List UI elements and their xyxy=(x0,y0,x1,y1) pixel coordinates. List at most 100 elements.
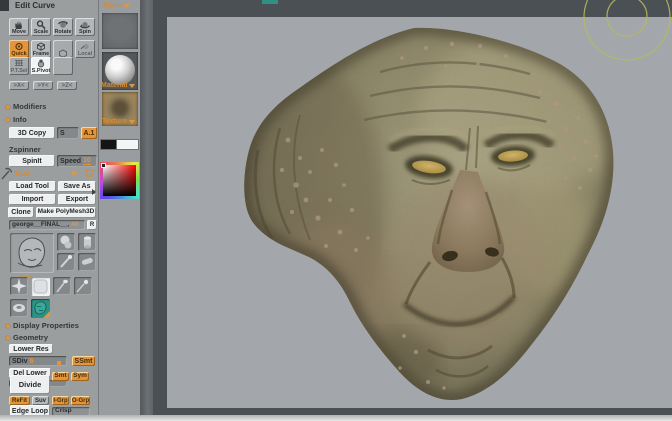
tool-dropdown-arrow-icon[interactable] xyxy=(70,171,78,176)
quick-button[interactable]: Quick xyxy=(9,40,29,58)
crisp-label: Crisp xyxy=(55,408,72,415)
palette-column: Alpha Material Texture SysPalette Switch… xyxy=(99,0,140,415)
material-header[interactable]: Material xyxy=(101,82,135,89)
tool-thumb-selected-head[interactable] xyxy=(31,299,50,318)
speed-slider[interactable]: Speed 10 xyxy=(57,155,97,167)
alpha-arrow-icon xyxy=(124,4,130,8)
axis-y-button[interactable]: >Y< xyxy=(33,81,53,90)
tool-thumb-cylinder[interactable] xyxy=(78,233,96,251)
info-section[interactable]: Info xyxy=(6,116,27,124)
move-button[interactable]: Move xyxy=(9,18,29,36)
tool-thumb-spheres[interactable] xyxy=(57,233,75,251)
color-picker-gradient[interactable] xyxy=(103,165,136,196)
primary-color-swatch[interactable] xyxy=(101,140,116,149)
geometry-label: Geometry xyxy=(13,334,48,342)
spinit-button[interactable]: SpinIt xyxy=(9,155,55,167)
sym-button[interactable]: Sym xyxy=(71,372,89,381)
rotate-icon xyxy=(57,20,69,29)
s-slider-label: S xyxy=(60,130,65,137)
ssmt-button[interactable]: SSmt xyxy=(72,356,95,366)
cube-mode-button[interactable] xyxy=(53,40,73,58)
panel-grip-arrow-icon[interactable] xyxy=(92,189,96,195)
divide-button[interactable]: Divide xyxy=(10,375,50,394)
zbrush-window: Edit Curve Move Scale Rotate Spin Quick … xyxy=(0,0,672,421)
tool-section-title[interactable]: Tool xyxy=(14,170,29,178)
info-bullet-icon xyxy=(6,118,10,122)
spin-button[interactable]: Spin xyxy=(75,18,95,36)
geometry-section[interactable]: Geometry xyxy=(6,334,48,342)
color-picker[interactable] xyxy=(100,162,139,199)
sdiv-label: SDiv xyxy=(12,358,28,365)
import-button[interactable]: Import xyxy=(9,194,56,205)
rotate-button[interactable]: Rotate xyxy=(53,18,73,36)
material-sphere xyxy=(105,55,135,85)
divider-tray[interactable] xyxy=(140,0,153,421)
hand-icon xyxy=(13,20,25,29)
speed-value: 10 xyxy=(83,157,91,165)
scale-button[interactable]: Scale xyxy=(31,18,51,36)
spin-icon xyxy=(79,20,91,29)
modifiers-section[interactable]: Modifiers xyxy=(6,103,46,111)
axis-z-button[interactable]: >Z< xyxy=(57,81,77,90)
tool-thumb-brush3[interactable] xyxy=(74,277,92,295)
ptsel-button[interactable]: P.T.Sel xyxy=(9,57,29,75)
clone-button[interactable]: Clone xyxy=(8,207,34,218)
secondary-color-swatch[interactable] xyxy=(117,140,138,149)
load-tool-button[interactable]: Load Tool xyxy=(9,181,56,192)
texture-detail xyxy=(110,98,130,118)
sculpt-viewport[interactable] xyxy=(153,0,672,421)
pick-tool-icon xyxy=(1,167,12,180)
magnifier-icon xyxy=(35,20,47,29)
sketch-head-icon xyxy=(10,233,54,273)
tool-refresh-icon[interactable] xyxy=(84,168,94,178)
3d-copy-button[interactable]: 3D Copy xyxy=(9,127,55,139)
sdiv-slider[interactable]: SDiv 6 xyxy=(9,356,67,366)
local-button[interactable]: Local xyxy=(75,40,95,58)
spivot-button[interactable]: S.Pivot xyxy=(31,57,51,75)
modifiers-bullet-icon xyxy=(6,105,10,109)
ogrp-button[interactable]: O-Grp xyxy=(71,396,90,405)
r-button[interactable]: R xyxy=(87,220,97,230)
local-sphere-icon xyxy=(79,42,91,51)
spivot-label: S.Pivot xyxy=(32,68,51,75)
modifiers-label: Modifiers xyxy=(13,103,46,111)
tool-name-text: george__FINAL__, xyxy=(12,222,69,229)
pivot-sphere-icon xyxy=(35,59,47,68)
blank-pivot-button[interactable] xyxy=(53,57,73,75)
frame-button[interactable]: Frame xyxy=(31,40,51,58)
current-tool-preview[interactable] xyxy=(10,233,54,273)
alpha-header[interactable]: Alpha xyxy=(103,2,130,9)
tool-thumb-star[interactable] xyxy=(10,277,28,295)
a1-button[interactable]: A.1 xyxy=(81,127,97,139)
export-button[interactable]: Export xyxy=(58,194,96,205)
suv-button[interactable]: Suv xyxy=(32,396,49,405)
canvas-area xyxy=(153,0,672,421)
tool-thumb-cube[interactable] xyxy=(31,277,50,296)
save-as-button[interactable]: Save As xyxy=(58,181,96,192)
tool-name-field[interactable]: george__FINAL__, 46 xyxy=(9,220,85,230)
smt-button[interactable]: Smt xyxy=(52,372,69,381)
sdiv-value: 6 xyxy=(30,358,34,365)
refit-button[interactable]: ReFit xyxy=(9,396,30,405)
grid-icon xyxy=(13,59,25,68)
tool-thumb-brush2[interactable] xyxy=(53,277,71,295)
speed-label: Speed xyxy=(60,158,81,165)
move-label: Move xyxy=(12,29,26,36)
geometry-bullet-icon xyxy=(6,336,10,340)
tool-thumb-brush1[interactable] xyxy=(57,253,75,271)
frame-cube-icon xyxy=(35,42,47,51)
display-properties-section[interactable]: Display Properties xyxy=(6,322,79,330)
s-slider[interactable]: S xyxy=(57,127,79,139)
tool-thumb-capsule[interactable] xyxy=(78,253,96,271)
tool-thumb-torus[interactable] xyxy=(10,299,28,317)
sdiv-notch-icon[interactable] xyxy=(57,361,61,365)
igrp-button[interactable]: I-Grp xyxy=(52,396,69,405)
make-polymesh3d-button[interactable]: Make PolyMesh3D xyxy=(36,207,96,218)
lower-res-button[interactable]: Lower Res xyxy=(9,344,53,354)
edit-curve-menu[interactable]: Edit Curve xyxy=(15,2,55,10)
texture-arrow-icon xyxy=(129,120,135,124)
quick-icon xyxy=(13,42,25,51)
axis-x-button[interactable]: >X< xyxy=(9,81,29,90)
texture-header[interactable]: Texture xyxy=(102,118,135,125)
alpha-thumbnail[interactable] xyxy=(102,13,138,49)
